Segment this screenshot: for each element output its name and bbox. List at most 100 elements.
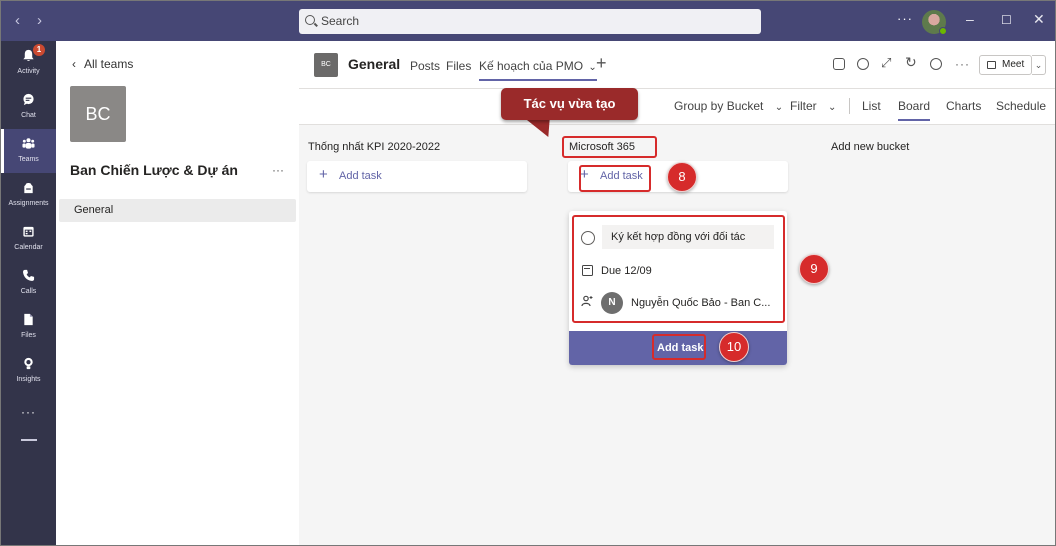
due-date-field[interactable]: Due 12/09 (601, 265, 652, 277)
teams-icon (22, 138, 35, 149)
planner-toolbar: Group by Bucket ⌄ Filter ⌄ List Board Ch… (299, 89, 1055, 125)
tab-files[interactable]: Files (446, 59, 471, 73)
add-task-button[interactable]: + Add task (307, 161, 527, 192)
notification-badge: 1 (33, 44, 45, 56)
phone-icon (23, 269, 35, 281)
rail-item-chat[interactable]: Chat (1, 85, 56, 129)
video-camera-icon (987, 61, 996, 69)
profile-avatar[interactable] (922, 10, 947, 35)
meet-label: Meet (1002, 59, 1025, 70)
plus-icon: + (580, 166, 589, 183)
view-charts[interactable]: Charts (946, 99, 981, 113)
chevron-left-icon[interactable]: ‹ (15, 12, 20, 29)
close-icon[interactable]: ✕ (1033, 11, 1045, 28)
rail-item-files[interactable]: Files (1, 305, 56, 349)
lightbulb-icon (24, 357, 33, 370)
teams-window: ‹ › Search ··· – ☐ ✕ 1 Activity Chat Tea… (0, 0, 1056, 546)
chevron-down-icon: ⌄ (774, 102, 784, 113)
rail-label: Assignments (8, 200, 49, 207)
add-task-submit-label: Add task (657, 342, 704, 354)
maximize-icon[interactable]: ☐ (1001, 13, 1012, 27)
app-rail: 1 Activity Chat Teams Assignments Calend… (1, 41, 56, 545)
team-name: Ban Chiến Lược & Dự án (70, 162, 238, 178)
channel-name: General (348, 56, 401, 72)
channel-header: BC General Posts Files Kế hoạch của PMO … (299, 41, 1055, 89)
tab-planner[interactable]: Kế hoạch của PMO ⌄ (479, 59, 597, 81)
step-badge: 8 (667, 162, 697, 192)
chevron-right-icon[interactable]: › (37, 12, 42, 29)
file-icon (24, 313, 33, 326)
rail-item-assignments[interactable]: Assignments (1, 173, 56, 217)
view-list[interactable]: List (862, 99, 881, 113)
team-avatar: BC (70, 86, 126, 142)
search-input[interactable]: Search (299, 9, 761, 34)
filter-label: Filter (790, 99, 817, 113)
complete-checkbox[interactable] (581, 231, 595, 245)
group-by-label: Group by Bucket (674, 99, 764, 113)
rail-label: Calls (20, 288, 37, 295)
rail-item-calls[interactable]: Calls (1, 261, 56, 305)
chevron-left-icon: ‹ (72, 57, 76, 71)
toolbar-divider (849, 98, 850, 114)
presence-available-icon (939, 27, 947, 35)
add-task-submit-button[interactable]: Add task (569, 331, 787, 365)
rail-label: Files (21, 332, 36, 339)
add-task-label: Add task (339, 170, 382, 182)
all-teams-label: All teams (84, 57, 134, 71)
expand-icon[interactable]: ⤢ (881, 55, 891, 71)
backpack-icon (24, 182, 33, 194)
team-more-options-icon[interactable]: ··· (272, 163, 284, 177)
channel-item-general[interactable]: General (59, 199, 296, 222)
new-task-card: Ký kết hợp đồng với đối tác Due 12/09 N … (569, 211, 787, 365)
rail-label: Insights (16, 376, 41, 383)
rail-item-insights[interactable]: Insights (1, 349, 56, 393)
search-icon (305, 15, 315, 25)
chevron-down-icon: ⌄ (828, 102, 837, 113)
refresh-icon[interactable]: ↻ (905, 54, 917, 71)
assign-person-icon (581, 295, 593, 307)
plus-icon: + (319, 166, 328, 183)
all-teams-link[interactable]: ‹ All teams (72, 57, 133, 71)
filter-dropdown[interactable]: Filter ⌄ (790, 99, 836, 113)
more-apps-icon[interactable]: ··· (1, 405, 56, 419)
rail-label: Calendar (14, 244, 43, 251)
calendar-icon (23, 226, 34, 237)
assignee-avatar: N (601, 292, 623, 314)
meet-button[interactable]: Meet (979, 55, 1032, 75)
rail-divider (21, 439, 37, 441)
add-task-label: Add task (600, 170, 643, 182)
globe-icon[interactable] (930, 58, 942, 70)
tutorial-callout: Tác vụ vừa tạo (501, 88, 638, 120)
group-by-dropdown[interactable]: Group by Bucket ⌄ (674, 99, 783, 113)
rail-item-teams[interactable]: Teams (1, 129, 56, 173)
rail-label: Teams (18, 156, 39, 163)
title-bar: ‹ › Search ··· – ☐ ✕ (1, 1, 1055, 41)
rail-item-calendar[interactable]: Calendar (1, 217, 56, 261)
ellipsis-icon[interactable]: ··· (897, 11, 913, 26)
search-placeholder: Search (321, 14, 360, 28)
conversation-icon[interactable] (857, 58, 869, 70)
meet-dropdown-button[interactable]: ⌄ (1032, 55, 1046, 75)
channel-avatar: BC (314, 53, 338, 77)
task-title-input[interactable]: Ký kết hợp đồng với đối tác (602, 225, 774, 249)
minimize-icon[interactable]: – (966, 11, 974, 27)
add-new-bucket[interactable]: Add new bucket (831, 141, 909, 153)
tab-planner-label: Kế hoạch của PMO (479, 59, 584, 73)
assignee-name[interactable]: Nguyễn Quốc Bảo - Ban C... (631, 297, 770, 309)
chat-icon (23, 93, 34, 106)
rail-label: Activity (17, 68, 40, 75)
meeting-notes-icon[interactable] (833, 58, 845, 70)
calendar-icon (582, 265, 593, 276)
rail-item-activity[interactable]: 1 Activity (1, 41, 56, 85)
rail-label: Chat (21, 112, 36, 119)
bucket-title[interactable]: Microsoft 365 (569, 141, 635, 153)
view-board[interactable]: Board (898, 99, 931, 121)
bucket-title[interactable]: Thống nhất KPI 2020-2022 (308, 141, 440, 153)
main-content: BC General Posts Files Kế hoạch của PMO … (299, 41, 1055, 545)
view-schedule[interactable]: Schedule (996, 99, 1046, 113)
step-badge: 9 (799, 254, 829, 284)
tab-posts[interactable]: Posts (410, 59, 440, 73)
add-tab-icon[interactable]: + (596, 53, 607, 74)
ellipsis-icon[interactable]: ··· (955, 57, 970, 71)
step-badge: 10 (719, 332, 749, 362)
